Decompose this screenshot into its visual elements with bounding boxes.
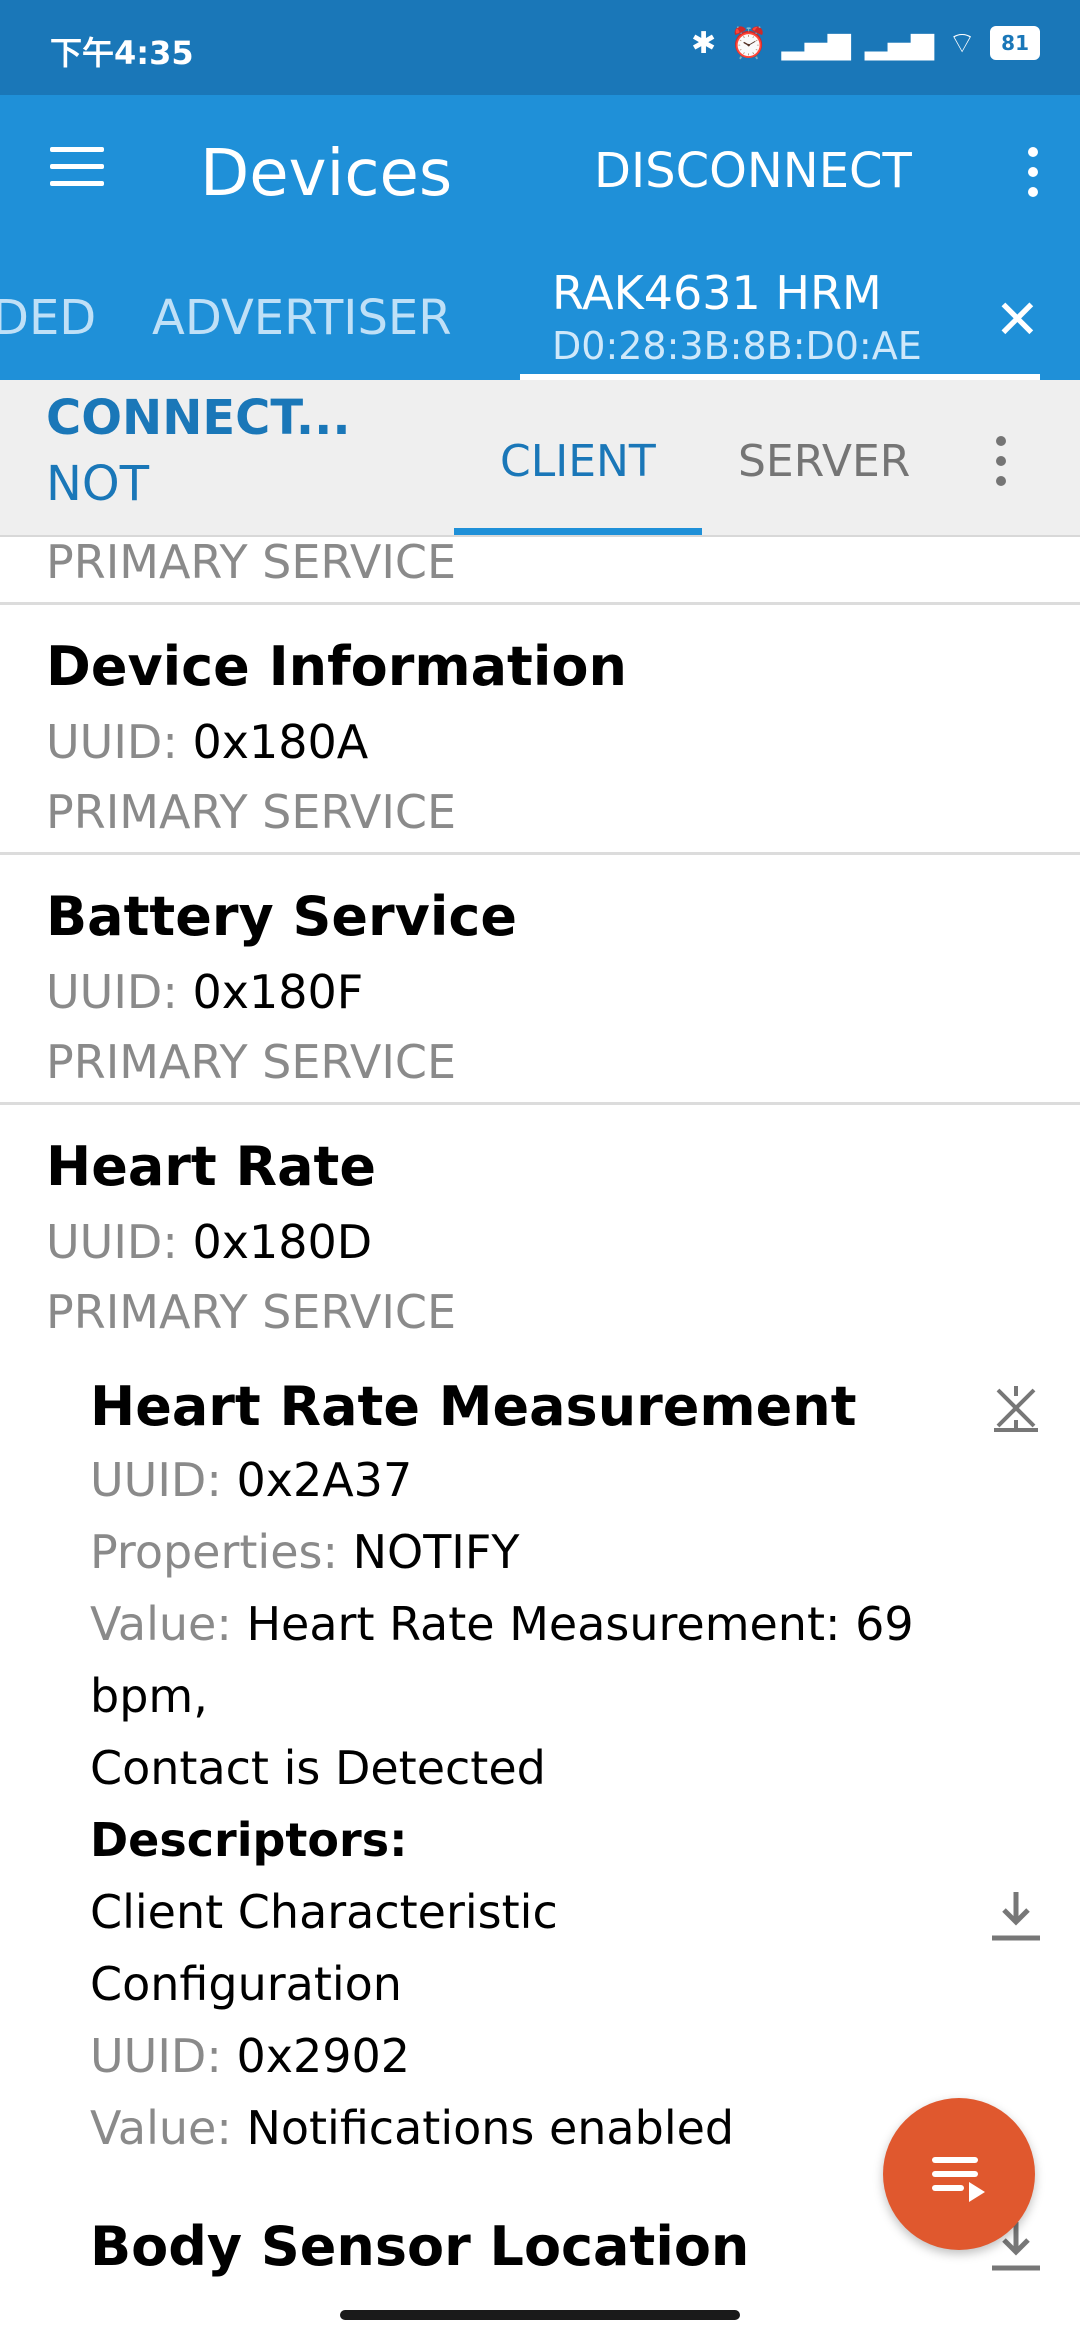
descriptor-name-cont: Configuration <box>90 1957 402 2011</box>
descriptor-value: Value: Notifications enabled <box>90 2101 735 2155</box>
service-uuid: UUID: 0x180A <box>46 715 369 769</box>
connection-status: CONNECT... NOT <box>46 390 351 512</box>
wifi-icon: ⌔ <box>947 26 977 61</box>
connection-status-line1: CONNECT... <box>46 390 351 446</box>
status-icons: ✱ ⏰ ▂▄▆ ▂▄▆ ⌔ 81 <box>691 24 1040 62</box>
device-tabs: DED ADVERTISER RAK4631 HRM D0:28:3B:8B:D… <box>0 260 1080 380</box>
characteristic-name: Heart Rate Measurement <box>90 1375 857 1438</box>
connection-status-line2: NOT <box>46 456 150 512</box>
client-server-bar: CONNECT... NOT CLIENT SERVER <box>0 380 1080 537</box>
log-fab-button[interactable] <box>883 2098 1035 2250</box>
device-address: D0:28:3B:8B:D0:AE <box>552 324 922 368</box>
characteristic-properties: Properties: NOTIFY <box>90 1525 520 1579</box>
device-name: RAK4631 HRM <box>552 266 882 320</box>
overflow-menu-icon[interactable] <box>996 436 1008 496</box>
service-type: PRIMARY SERVICE <box>46 535 457 589</box>
divider <box>0 852 1080 855</box>
tab-server[interactable]: SERVER <box>738 436 910 487</box>
read-descriptor-icon[interactable] <box>988 1888 1044 1944</box>
tab-advertiser[interactable]: ADVERTISER <box>152 290 452 346</box>
close-icon[interactable]: ✕ <box>995 288 1040 351</box>
list-play-icon <box>932 2157 985 2202</box>
descriptor-name: Client Characteristic <box>90 1885 558 1939</box>
notifications-disabled-icon[interactable] <box>990 1382 1042 1434</box>
tab-indicator <box>454 528 702 535</box>
characteristic-value-cont: Contact is Detected <box>90 1741 546 1795</box>
service-name: Battery Service <box>46 885 517 948</box>
disconnect-button[interactable]: DISCONNECT <box>594 143 912 199</box>
service-uuid: UUID: 0x180D <box>46 1215 373 1269</box>
service-name: Device Information <box>46 635 627 698</box>
status-bar: 下午4:35 ✱ ⏰ ▂▄▆ ▂▄▆ ⌔ 81 <box>0 0 1080 95</box>
gesture-nav-bar[interactable] <box>340 2310 740 2320</box>
characteristic-value-cont: bpm, <box>90 1669 208 1723</box>
characteristic-value: Value: Heart Rate Measurement: 69 <box>90 1597 914 1651</box>
divider <box>0 602 1080 605</box>
battery-icon: 81 <box>990 26 1040 60</box>
descriptors-heading: Descriptors: <box>90 1813 408 1867</box>
characteristic-uuid: UUID: 0x2A37 <box>90 1453 413 1507</box>
service-type: PRIMARY SERVICE <box>46 785 457 839</box>
signal-icon: ▂▄▆ <box>781 25 851 61</box>
overflow-menu-icon[interactable] <box>1028 147 1040 207</box>
signal-icon: ▂▄▆ <box>864 25 934 61</box>
service-type: PRIMARY SERVICE <box>46 1285 457 1339</box>
tab-bonded[interactable]: DED <box>0 290 96 346</box>
characteristic-name: Body Sensor Location <box>90 2215 750 2278</box>
page-title: Devices <box>200 137 453 211</box>
service-type: PRIMARY SERVICE <box>46 1035 457 1089</box>
service-uuid: UUID: 0x180F <box>46 965 364 1019</box>
app-bar: Devices DISCONNECT <box>0 95 1080 260</box>
tab-client[interactable]: CLIENT <box>500 436 656 487</box>
tab-connected-device[interactable]: RAK4631 HRM D0:28:3B:8B:D0:AE ✕ <box>520 260 1080 380</box>
bluetooth-icon: ✱ <box>691 25 717 61</box>
divider <box>0 1102 1080 1105</box>
menu-icon[interactable] <box>50 147 104 187</box>
descriptor-uuid: UUID: 0x2902 <box>90 2029 411 2083</box>
service-name: Heart Rate <box>46 1135 376 1198</box>
status-time: 下午4:35 <box>50 34 194 72</box>
alarm-icon: ⏰ <box>730 25 768 61</box>
